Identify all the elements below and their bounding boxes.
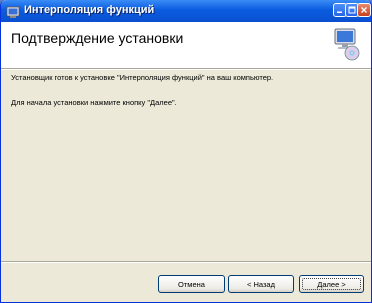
ready-message: Установщик готов к установке "Интерполяц… xyxy=(11,73,274,82)
title-bar[interactable]: Интерполяция функций xyxy=(1,0,371,22)
computer-install-icon xyxy=(332,26,362,62)
page-title: Подтверждение установки xyxy=(11,30,184,46)
installer-app-icon xyxy=(6,4,20,18)
maximize-icon xyxy=(348,6,356,14)
next-button[interactable]: Далее > xyxy=(299,275,364,293)
minimize-icon xyxy=(337,11,342,13)
instruction-message: Для начала установки нажмите кнопку "Дал… xyxy=(11,98,177,107)
close-button[interactable] xyxy=(357,3,371,17)
next-button-label: Далее > xyxy=(317,279,346,289)
window-title: Интерполяция функций xyxy=(24,4,155,16)
installer-window: Интерполяция функций Подтверждение устан… xyxy=(0,0,372,303)
footer-divider xyxy=(1,261,371,263)
header-panel: Подтверждение установки xyxy=(1,22,371,68)
cancel-button[interactable]: Отмена xyxy=(158,275,225,293)
back-button[interactable]: < Назад xyxy=(228,275,294,293)
header-divider xyxy=(1,68,371,70)
close-icon xyxy=(361,7,367,13)
